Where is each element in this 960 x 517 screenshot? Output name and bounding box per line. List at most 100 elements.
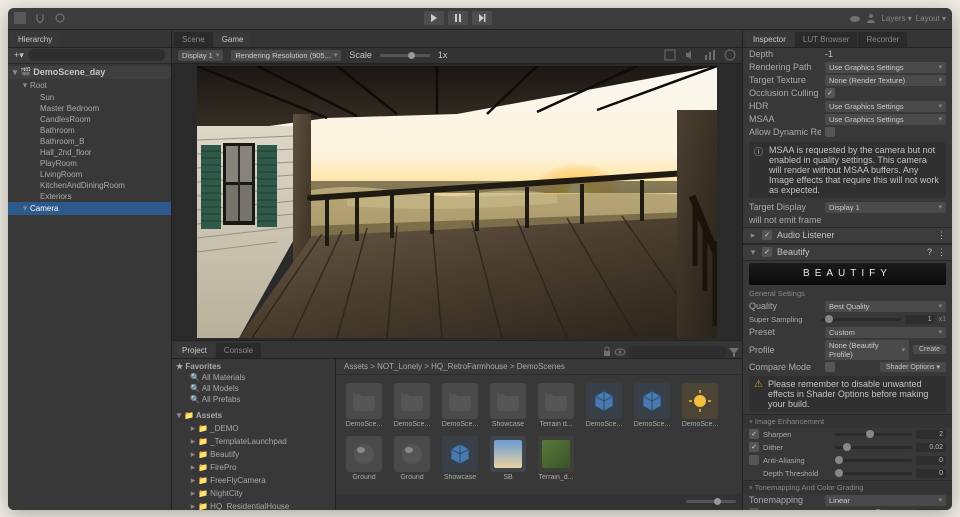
folder-item[interactable]: ▸📁 HQ_ResidentialHouse <box>172 500 335 510</box>
tab-game[interactable]: Game <box>214 32 252 47</box>
asset-item[interactable]: Terrain_d... <box>536 436 576 481</box>
asset-item[interactable]: DemoSce... <box>344 383 384 428</box>
hierarchy-item[interactable]: Sun <box>8 92 171 103</box>
stats-icon[interactable] <box>704 49 716 61</box>
favorite-item[interactable]: 🔍 All Prefabs <box>172 394 335 405</box>
cloud-icon[interactable] <box>849 12 861 24</box>
dither-checkbox[interactable]: ✓ <box>749 442 759 452</box>
audio-listener-header[interactable]: ▸✓Audio Listener⋮ <box>743 227 952 244</box>
section-image-enhancement[interactable]: Image Enhancement <box>743 414 952 428</box>
gizmos-icon[interactable] <box>724 49 736 61</box>
hierarchy-item[interactable]: ▾Camera <box>8 202 171 215</box>
asset-item[interactable]: DemoSce... <box>680 383 720 428</box>
asset-item[interactable]: Showcase <box>488 383 528 428</box>
hierarchy-item[interactable]: Bathroom_B <box>8 136 171 147</box>
breadcrumb[interactable]: Assets > NOT_Lonely > HQ_RetroFarmhouse … <box>336 359 742 375</box>
super-sampling-value[interactable]: 1 <box>905 315 935 324</box>
asset-item[interactable]: DemoSce... <box>440 383 480 428</box>
play-button[interactable] <box>424 11 444 25</box>
hierarchy-item[interactable]: PlayRoom <box>8 158 171 169</box>
rendering-path-dropdown[interactable]: Use Graphics Settings <box>825 62 946 73</box>
maximize-icon[interactable] <box>664 49 676 61</box>
dither-slider[interactable] <box>835 446 912 449</box>
hierarchy-item[interactable]: Hall_2nd_floor <box>8 147 171 158</box>
target-display-dropdown[interactable]: Display 1 <box>825 202 946 213</box>
sharpen-slider[interactable] <box>835 433 912 436</box>
folder-item[interactable]: ▸📁 FirePro <box>172 461 335 474</box>
antialias-slider[interactable] <box>835 459 912 462</box>
layout-dropdown[interactable]: Layout ▾ <box>916 14 946 23</box>
scale-slider[interactable] <box>380 54 430 57</box>
folder-item[interactable]: ▸📁 Beautify <box>172 448 335 461</box>
tab-hierarchy[interactable]: Hierarchy <box>10 32 60 47</box>
depth-threshold-slider[interactable] <box>835 472 912 475</box>
target-texture-field[interactable]: None (Render Texture) <box>825 75 946 86</box>
preset-dropdown[interactable]: Custom <box>825 327 946 338</box>
asset-item[interactable]: Ground <box>344 436 384 481</box>
lock-icon[interactable] <box>601 346 613 358</box>
occlusion-checkbox[interactable]: ✓ <box>825 88 835 98</box>
pivot-icon[interactable] <box>54 12 66 24</box>
profile-create-button[interactable]: Create <box>913 345 946 354</box>
depth-value[interactable]: -1 <box>825 49 946 59</box>
hierarchy-item[interactable]: CandlesRoom <box>8 114 171 125</box>
hierarchy-item[interactable]: Exteriors <box>8 191 171 202</box>
folder-item[interactable]: ▸📁 NightCity <box>172 487 335 500</box>
component-menu-icon[interactable]: ⋮ <box>937 230 946 241</box>
tab-lut-browser[interactable]: LUT Browser <box>795 32 858 47</box>
favorites-header[interactable]: ★ Favorites <box>172 361 335 372</box>
asset-item[interactable]: DemoSce... <box>392 383 432 428</box>
filter-icon[interactable] <box>728 346 740 358</box>
thumbnail-size-slider[interactable] <box>686 500 736 503</box>
display-dropdown[interactable]: Display 1 <box>178 50 223 61</box>
pause-button[interactable] <box>448 11 468 25</box>
scene-root[interactable]: ▾🎬DemoScene_day <box>8 66 171 79</box>
assets-header[interactable]: ▾📁 Assets <box>172 409 335 422</box>
beautify-header[interactable]: ▾✓Beautify?⋮ <box>743 244 952 261</box>
step-button[interactable] <box>472 11 492 25</box>
help-icon[interactable]: ? <box>927 247 932 257</box>
tab-console[interactable]: Console <box>216 343 261 358</box>
msaa-dropdown[interactable]: Use Graphics Settings <box>825 114 946 125</box>
hdr-dropdown[interactable]: Use Graphics Settings <box>825 101 946 112</box>
tab-scene[interactable]: Scene <box>174 32 213 47</box>
project-search[interactable] <box>627 346 727 358</box>
hierarchy-item[interactable]: ▾Root <box>8 79 171 92</box>
super-sampling-slider[interactable] <box>821 318 901 321</box>
create-dropdown-icon[interactable]: +▾ <box>14 50 24 61</box>
component-menu-icon[interactable]: ⋮ <box>937 247 946 258</box>
sharpen-checkbox[interactable]: ✓ <box>749 429 759 439</box>
folder-item[interactable]: ▸📁 _DEMO <box>172 422 335 435</box>
hierarchy-item[interactable]: LivingRoom <box>8 169 171 180</box>
account-icon[interactable] <box>865 12 877 24</box>
section-tonemapping[interactable]: Tonemapping And Color Grading <box>743 480 952 494</box>
asset-item[interactable]: DemoSce... <box>632 383 672 428</box>
tonemapping-dropdown[interactable]: Linear <box>825 495 946 506</box>
eye-icon[interactable] <box>614 346 626 358</box>
hierarchy-search[interactable] <box>28 49 165 61</box>
hierarchy-item[interactable]: Bathroom <box>8 125 171 136</box>
app-menu-icon[interactable] <box>14 12 26 24</box>
hierarchy-item[interactable]: Master Bedroom <box>8 103 171 114</box>
quality-dropdown[interactable]: Best Quality <box>825 301 946 312</box>
aspect-dropdown[interactable]: Rendering Resolution (905... <box>231 50 341 61</box>
compare-checkbox[interactable] <box>825 362 835 372</box>
antialias-checkbox[interactable] <box>749 455 759 465</box>
favorite-item[interactable]: 🔍 All Materials <box>172 372 335 383</box>
asset-item[interactable]: SB <box>488 436 528 481</box>
asset-item[interactable]: Terrain d... <box>536 383 576 428</box>
folder-item[interactable]: ▸📁 FreeFlyCamera <box>172 474 335 487</box>
asset-item[interactable]: DemoSce... <box>584 383 624 428</box>
profile-field[interactable]: None (Beautify Profile) <box>825 340 909 360</box>
layers-dropdown[interactable]: Layers ▾ <box>881 14 911 23</box>
asset-item[interactable]: Ground <box>392 436 432 481</box>
hand-tool-icon[interactable] <box>34 12 46 24</box>
favorite-item[interactable]: 🔍 All Models <box>172 383 335 394</box>
tab-project[interactable]: Project <box>174 343 215 358</box>
dynres-checkbox[interactable] <box>825 127 835 137</box>
tab-recorder[interactable]: Recorder <box>858 32 907 47</box>
folder-item[interactable]: ▸📁 _TemplateLaunchpad <box>172 435 335 448</box>
tab-inspector[interactable]: Inspector <box>745 32 794 47</box>
asset-item[interactable]: Showcase <box>440 436 480 481</box>
hierarchy-item[interactable]: KitchenAndDiningRoom <box>8 180 171 191</box>
